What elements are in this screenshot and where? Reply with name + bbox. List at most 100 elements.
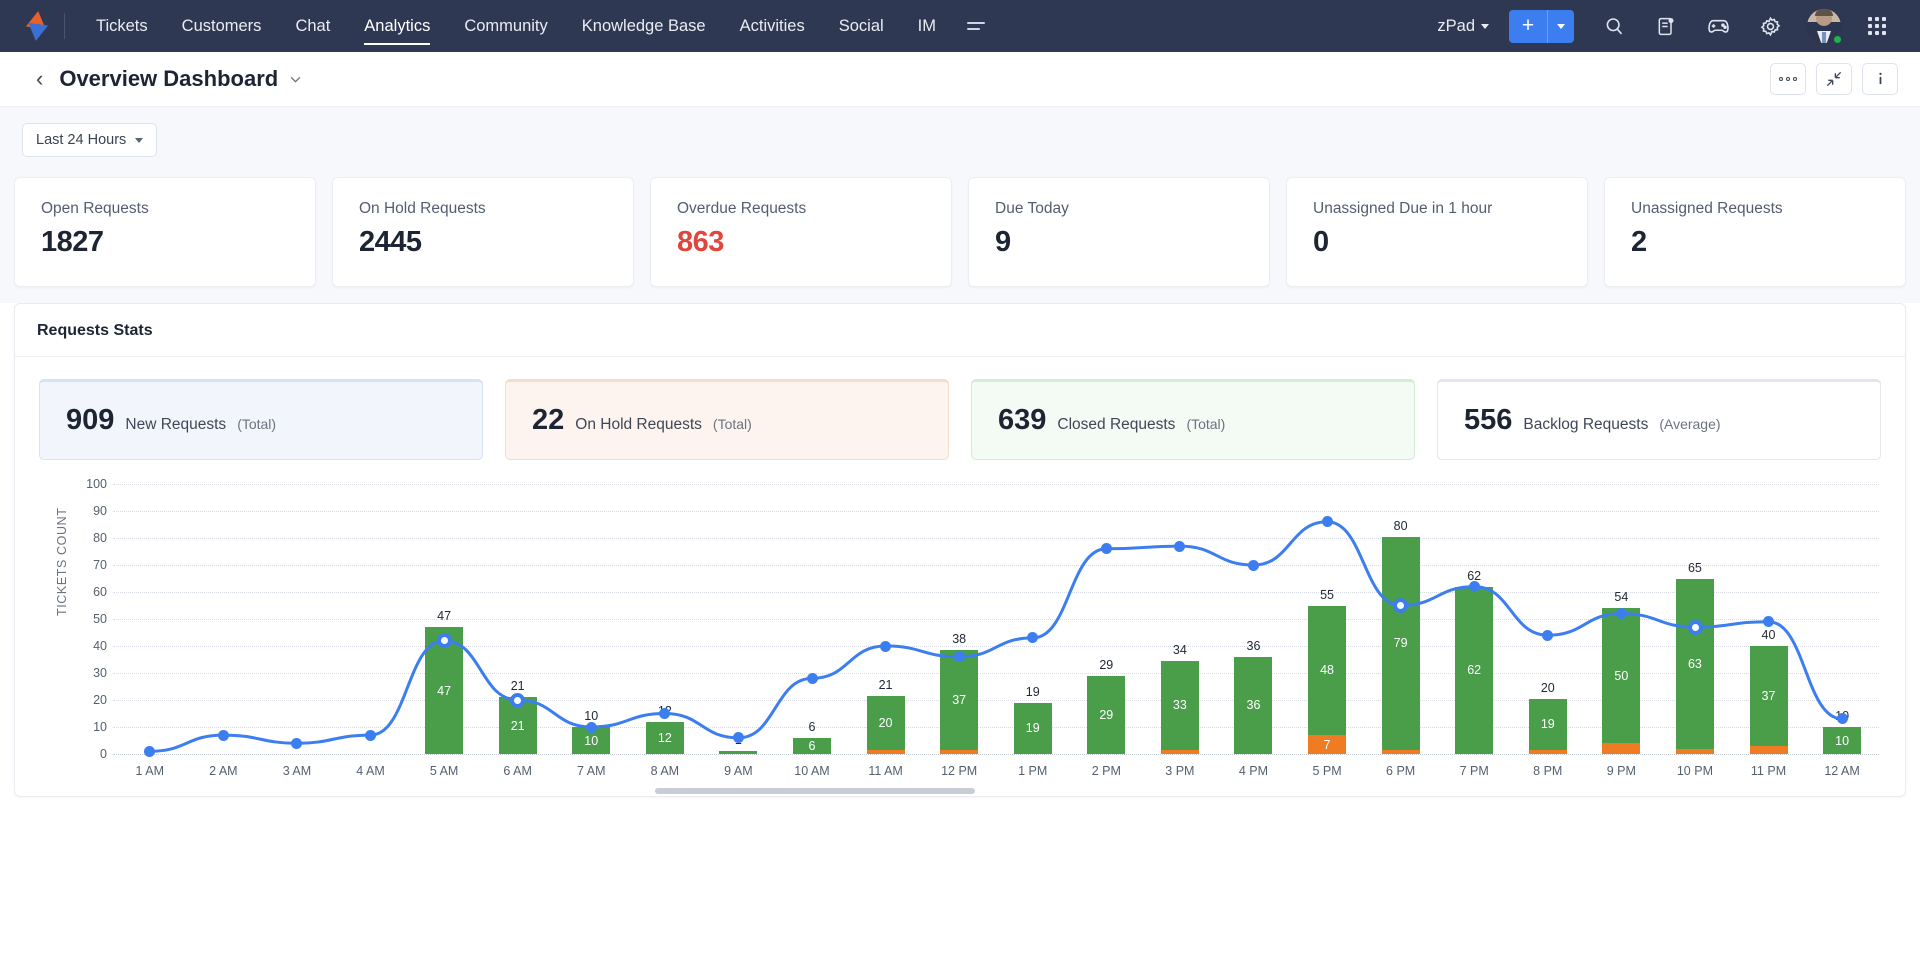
bar-segment-closed[interactable]: 36: [1234, 656, 1273, 754]
bar-column[interactable]: 20 21: [849, 484, 923, 754]
stacked-bar[interactable]: 12: [645, 721, 684, 754]
bar-segment-on-hold[interactable]: [866, 750, 905, 754]
bar-segment-closed[interactable]: 19: [1013, 702, 1052, 754]
stacked-bar[interactable]: 20: [866, 696, 905, 754]
nav-item-community[interactable]: Community: [447, 0, 564, 52]
stacked-bar[interactable]: 48 7: [1308, 605, 1347, 754]
bar-column[interactable]: 36 36: [1217, 484, 1291, 754]
hamburger-icon[interactable]: [953, 22, 999, 30]
stacked-bar[interactable]: 37: [940, 650, 979, 754]
bar-segment-closed[interactable]: 63: [1675, 578, 1714, 749]
bar-segment-closed[interactable]: 50: [1602, 608, 1641, 744]
stacked-bar[interactable]: 79: [1381, 536, 1420, 754]
line-data-point[interactable]: [1615, 608, 1627, 620]
stacked-bar[interactable]: 63: [1675, 578, 1714, 754]
bar-segment-closed[interactable]: 12: [645, 721, 684, 754]
app-logo[interactable]: [14, 9, 60, 43]
bar-column[interactable]: [187, 484, 261, 754]
stat-tab-backlog-requests[interactable]: 556 Backlog Requests (Average): [1437, 379, 1881, 460]
notes-icon[interactable]: [1640, 0, 1692, 52]
bar-segment-closed[interactable]: 62: [1455, 586, 1494, 754]
nav-item-im[interactable]: IM: [901, 0, 953, 52]
kpi-card-unassigned-due-in-1-hour[interactable]: Unassigned Due in 1 hour 0: [1286, 177, 1588, 287]
kpi-card-due-today[interactable]: Due Today 9: [968, 177, 1270, 287]
bar-column[interactable]: 19 20: [1511, 484, 1585, 754]
stacked-bar[interactable]: 37: [1749, 646, 1788, 754]
chart-plot-area[interactable]: 0 10 20 30 40 50 60 70 80 90 100 47 47 21 21 10 10 12 1 21 6…: [86, 477, 1879, 761]
bar-segment-on-hold[interactable]: [1160, 750, 1199, 754]
gear-icon[interactable]: [1744, 0, 1796, 52]
bar-segment-closed[interactable]: 10: [1823, 727, 1862, 754]
add-dropdown-button[interactable]: [1548, 9, 1574, 43]
stat-tab-closed-requests[interactable]: 639 Closed Requests (Total): [971, 379, 1415, 460]
stat-tab-on-hold-requests[interactable]: 22 On Hold Requests (Total): [505, 379, 949, 460]
bar-column[interactable]: 79 80: [1364, 484, 1438, 754]
bar-segment-on-hold[interactable]: 7: [1308, 735, 1347, 754]
stacked-bar[interactable]: 19: [1528, 698, 1567, 754]
more-options-button[interactable]: [1770, 63, 1806, 95]
stacked-bar[interactable]: 50: [1602, 608, 1641, 754]
bar-column[interactable]: 29 29: [1070, 484, 1144, 754]
add-button[interactable]: +: [1509, 9, 1547, 43]
kpi-card-overdue-requests[interactable]: Overdue Requests 863: [650, 177, 952, 287]
time-range-filter[interactable]: Last 24 Hours: [22, 123, 158, 157]
nav-item-knowledge-base[interactable]: Knowledge Base: [565, 0, 723, 52]
nav-item-tickets[interactable]: Tickets: [79, 0, 165, 52]
bar-column[interactable]: 21 21: [481, 484, 555, 754]
bar-column[interactable]: 10 10: [554, 484, 628, 754]
line-data-point[interactable]: [880, 640, 892, 652]
line-data-point[interactable]: [510, 692, 526, 708]
line-data-point[interactable]: [365, 729, 377, 741]
bar-segment-closed[interactable]: 20: [866, 696, 905, 750]
bar-segment-on-hold[interactable]: [1528, 750, 1567, 754]
info-button[interactable]: [1862, 63, 1898, 95]
game-controller-icon[interactable]: [1692, 0, 1744, 52]
app-grid-icon[interactable]: [1852, 0, 1902, 52]
nav-item-social[interactable]: Social: [822, 0, 901, 52]
bar-segment-on-hold[interactable]: [940, 750, 979, 754]
line-data-point[interactable]: [144, 745, 156, 757]
bar-column[interactable]: 33 34: [1143, 484, 1217, 754]
line-data-point[interactable]: [953, 651, 965, 663]
bar-segment-closed[interactable]: 48: [1308, 605, 1347, 736]
kpi-card-unassigned-requests[interactable]: Unassigned Requests 2: [1604, 177, 1906, 287]
line-data-point[interactable]: [1321, 516, 1333, 528]
line-data-point[interactable]: [1687, 619, 1703, 635]
bar-segment-closed[interactable]: 19: [1528, 698, 1567, 750]
bar-segment-closed[interactable]: [719, 751, 758, 754]
bar-segment-on-hold[interactable]: [1602, 743, 1641, 754]
bar-segment-closed[interactable]: 33: [1160, 660, 1199, 750]
stacked-bar[interactable]: 10: [1823, 727, 1862, 754]
nav-item-analytics[interactable]: Analytics: [347, 0, 447, 52]
line-data-point[interactable]: [436, 633, 452, 649]
bar-column[interactable]: [260, 484, 334, 754]
line-data-point[interactable]: [217, 729, 229, 741]
department-selector[interactable]: zPad: [1423, 17, 1503, 36]
stacked-bar[interactable]: 19: [1013, 702, 1052, 754]
bar-segment-closed[interactable]: 37: [940, 650, 979, 750]
bar-column[interactable]: [113, 484, 187, 754]
kpi-card-open-requests[interactable]: Open Requests 1827: [14, 177, 316, 287]
line-data-point[interactable]: [1468, 581, 1480, 593]
bar-column[interactable]: 66: [775, 484, 849, 754]
bar-column[interactable]: 1: [702, 484, 776, 754]
stacked-bar[interactable]: 33: [1160, 660, 1199, 754]
bar-segment-closed[interactable]: 37: [1749, 646, 1788, 746]
collapse-button[interactable]: [1816, 63, 1852, 95]
bar-segment-on-hold[interactable]: [1749, 745, 1788, 754]
line-data-point[interactable]: [585, 721, 597, 733]
bar-column[interactable]: 37 38: [922, 484, 996, 754]
dashboard-select-caret-icon[interactable]: [290, 70, 301, 88]
stat-tab-new-requests[interactable]: 909 New Requests (Total): [39, 379, 483, 460]
nav-item-chat[interactable]: Chat: [278, 0, 347, 52]
stacked-bar[interactable]: 29: [1087, 675, 1126, 754]
nav-item-activities[interactable]: Activities: [723, 0, 822, 52]
kpi-card-on-hold-requests[interactable]: On Hold Requests 2445: [332, 177, 634, 287]
stacked-bar[interactable]: 36: [1234, 656, 1273, 754]
search-icon[interactable]: [1588, 0, 1640, 52]
bar-column[interactable]: [334, 484, 408, 754]
horizontal-scrollbar[interactable]: [655, 788, 975, 794]
nav-item-customers[interactable]: Customers: [165, 0, 279, 52]
bar-segment-closed[interactable]: 6: [792, 737, 831, 754]
bar-segment-closed[interactable]: 79: [1381, 536, 1420, 750]
